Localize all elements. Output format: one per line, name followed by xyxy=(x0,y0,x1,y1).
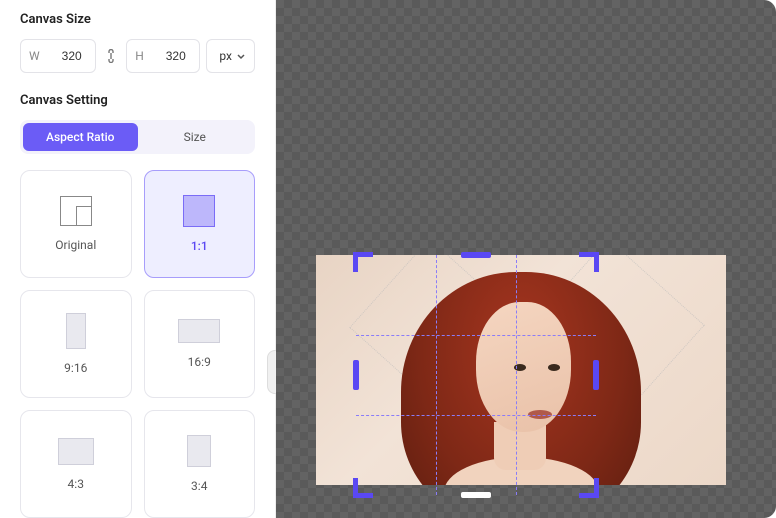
ratio-thumb-1-1 xyxy=(183,195,215,227)
width-prefix: W xyxy=(21,49,48,63)
crop-frame[interactable] xyxy=(356,255,596,495)
setting-segmented-control: Aspect Ratio Size xyxy=(20,120,255,154)
ratio-label-9-16: 9:16 xyxy=(64,361,87,375)
ratio-card-original[interactable]: Original xyxy=(20,170,132,278)
ratio-card-4-3[interactable]: 4:3 xyxy=(20,410,132,518)
canvas-area[interactable] xyxy=(276,0,776,518)
ratio-label-1-1: 1:1 xyxy=(191,239,208,253)
crop-handle-br[interactable] xyxy=(579,478,599,498)
height-input-group[interactable]: H xyxy=(126,39,200,73)
ratio-card-9-16[interactable]: 9:16 xyxy=(20,290,132,398)
unit-label: px xyxy=(219,49,232,63)
link-icon xyxy=(105,49,117,63)
tab-aspect-ratio[interactable]: Aspect Ratio xyxy=(23,123,138,151)
height-input[interactable] xyxy=(152,49,200,63)
canvas-setting-title: Canvas Setting xyxy=(20,93,255,108)
crop-handle-right[interactable] xyxy=(593,360,599,390)
crop-handle-bl[interactable] xyxy=(353,478,373,498)
crop-handle-top[interactable] xyxy=(461,252,491,258)
crop-handle-bottom[interactable] xyxy=(461,492,491,498)
ratio-thumb-3-4 xyxy=(187,435,211,467)
crop-handle-tr[interactable] xyxy=(579,252,599,272)
link-dimensions-toggle[interactable] xyxy=(102,47,120,65)
height-prefix: H xyxy=(127,49,152,63)
size-row: W H px xyxy=(20,39,255,73)
sidebar: Canvas Size W H px Canvas Setting Aspect… xyxy=(0,0,276,518)
ratio-label-3-4: 3:4 xyxy=(191,479,207,493)
canvas-size-title: Canvas Size xyxy=(20,12,255,27)
width-input-group[interactable]: W xyxy=(20,39,96,73)
tab-size[interactable]: Size xyxy=(138,123,253,151)
ratio-label-16-9: 16:9 xyxy=(188,355,211,369)
crop-handle-tl[interactable] xyxy=(353,252,373,272)
ratio-thumb-16-9 xyxy=(178,319,220,343)
width-input[interactable] xyxy=(48,49,96,63)
ratio-label-4-3: 4:3 xyxy=(68,477,84,491)
ratio-thumb-9-16 xyxy=(66,313,86,349)
unit-select[interactable]: px xyxy=(206,39,255,73)
ratio-label-original: Original xyxy=(55,238,96,252)
ratio-card-3-4[interactable]: 3:4 xyxy=(144,410,256,518)
chevron-down-icon xyxy=(236,51,246,61)
ratio-card-16-9[interactable]: 16:9 xyxy=(144,290,256,398)
ratio-card-1-1[interactable]: 1:1 xyxy=(144,170,256,278)
original-thumb-icon xyxy=(60,196,92,226)
ratio-grid: Original 1:1 9:16 16:9 4:3 3:4 xyxy=(20,170,255,518)
crop-handle-left[interactable] xyxy=(353,360,359,390)
ratio-thumb-4-3 xyxy=(58,438,94,465)
